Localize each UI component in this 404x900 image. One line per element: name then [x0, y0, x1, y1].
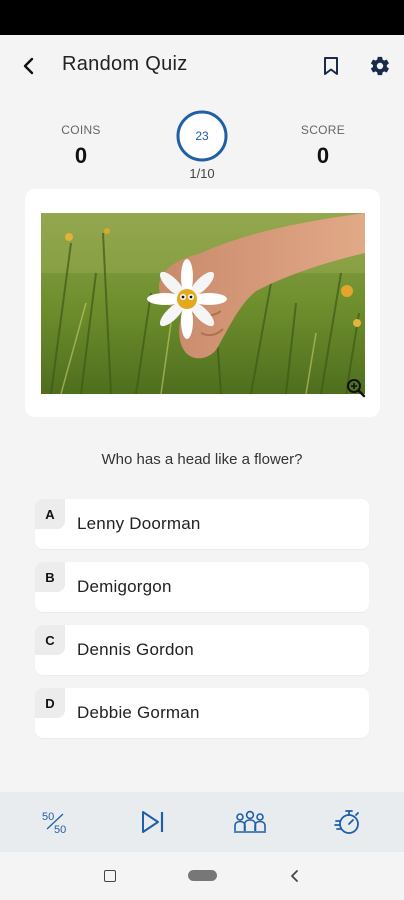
- back-arrow-icon: [23, 57, 34, 75]
- question-text: Who has a head like a flower?: [101, 451, 303, 468]
- lifeline-toolbar: 50 50: [0, 792, 404, 852]
- score-stat: SCORE 0: [278, 123, 368, 169]
- system-back-button[interactable]: [288, 868, 302, 884]
- gear-icon: [370, 56, 389, 76]
- score-value: 0: [316, 143, 330, 168]
- zoom-button[interactable]: [345, 377, 367, 399]
- home-button[interactable]: [188, 870, 217, 881]
- option-text: Demigorgon: [77, 577, 172, 596]
- option-letter: C: [35, 625, 65, 655]
- answer-option-b[interactable]: B Demigorgon: [35, 562, 369, 612]
- recents-button[interactable]: [104, 870, 116, 882]
- bookmark-button[interactable]: [316, 51, 346, 81]
- question-progress: 1/10: [189, 166, 215, 181]
- fifty-fifty-icon: 50 50: [42, 811, 66, 835]
- option-letter: A: [35, 499, 65, 529]
- option-letter: D: [35, 688, 65, 718]
- skip-button[interactable]: [135, 804, 171, 840]
- question-image[interactable]: [41, 213, 365, 394]
- svg-text:50: 50: [54, 824, 66, 835]
- audience-icon: [234, 810, 266, 833]
- answer-option-d[interactable]: D Debbie Gorman: [35, 688, 369, 738]
- app-bar: Random Quiz: [0, 35, 404, 95]
- option-text: Lenny Doorman: [77, 514, 201, 533]
- flower-photo: [41, 213, 365, 394]
- coins-value: 0: [74, 143, 88, 168]
- ask-audience-button[interactable]: [232, 804, 268, 840]
- zoom-in-icon: [347, 379, 366, 398]
- fifty-fifty-button[interactable]: 50 50: [38, 804, 74, 840]
- option-letter: B: [35, 562, 65, 592]
- answer-option-c[interactable]: C Dennis Gordon: [35, 625, 369, 675]
- svg-text:50: 50: [42, 811, 54, 823]
- page-title: Random Quiz: [62, 53, 188, 75]
- status-bar: [0, 0, 404, 35]
- timer-value: 23: [195, 129, 209, 143]
- option-text: Debbie Gorman: [77, 703, 200, 722]
- score-label: SCORE: [300, 123, 346, 137]
- answer-option-a[interactable]: A Lenny Doorman: [35, 499, 369, 549]
- back-chevron-icon: [291, 870, 298, 882]
- back-button[interactable]: [14, 51, 44, 81]
- system-nav-bar: [0, 852, 404, 900]
- extra-time-button[interactable]: [330, 804, 366, 840]
- countdown-timer: 23: [175, 109, 229, 163]
- skip-next-icon: [142, 811, 164, 833]
- stats-panel: COINS 0 23 1/10 SCORE 0: [0, 105, 404, 185]
- coins-stat: COINS 0: [36, 123, 126, 169]
- question-image-card: [25, 189, 380, 417]
- settings-button[interactable]: [364, 50, 396, 82]
- bookmark-icon: [324, 57, 338, 75]
- coins-label: COINS: [61, 123, 101, 137]
- option-text: Dennis Gordon: [77, 640, 194, 659]
- stopwatch-icon: [334, 810, 359, 834]
